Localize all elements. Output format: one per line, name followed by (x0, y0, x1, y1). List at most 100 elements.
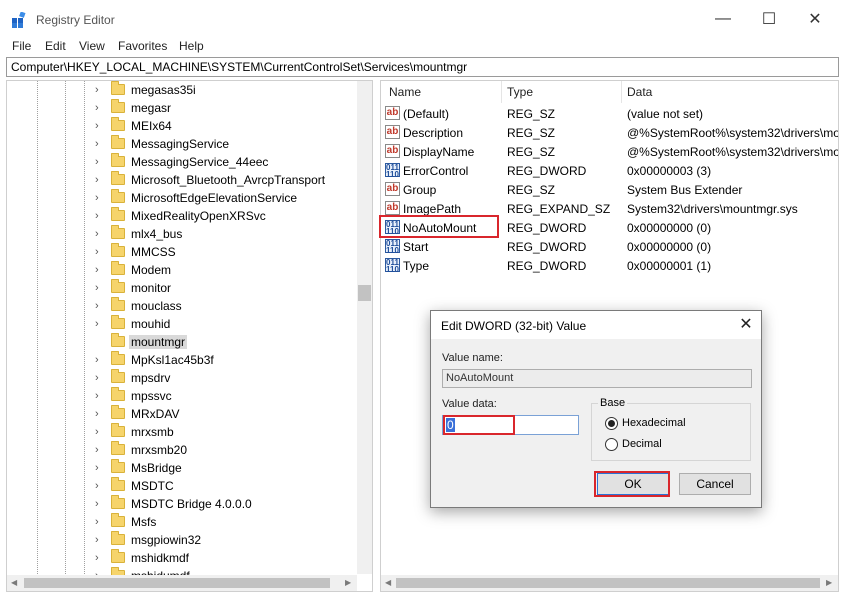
minimize-button[interactable]: — (700, 0, 746, 38)
chevron-right-icon[interactable]: › (95, 119, 105, 133)
tree-item[interactable]: › MessagingService (7, 135, 357, 153)
tree-item[interactable]: › MRxDAV (7, 405, 357, 423)
menu-favorites[interactable]: Favorites (118, 39, 167, 53)
tree-item[interactable]: › MSDTC Bridge 4.0.0.0 (7, 495, 357, 513)
chevron-right-icon[interactable]: › (95, 533, 105, 547)
value-row[interactable]: 011 110 Start REG_DWORD 0x00000000 (0) (381, 237, 838, 256)
tree-item[interactable]: › MixedRealityOpenXRSvc (7, 207, 357, 225)
tree-horizontal-scroll-thumb[interactable] (24, 578, 330, 588)
column-header-type[interactable]: Type (507, 85, 533, 99)
chevron-right-icon[interactable]: › (95, 263, 105, 277)
chevron-right-icon[interactable]: › (95, 173, 105, 187)
value-name: Description (403, 126, 464, 140)
value-name: Start (403, 240, 429, 254)
tree-item[interactable]: › MSDTC (7, 477, 357, 495)
chevron-right-icon[interactable]: › (95, 245, 105, 259)
tree-item[interactable]: › Msfs (7, 513, 357, 531)
tree-item[interactable]: › megasas35i (7, 81, 357, 99)
key-tree-pane[interactable]: › megasas35i › megasr › MEIx64 › MessagingServi… (6, 80, 373, 592)
folder-icon (111, 81, 125, 95)
column-header-data[interactable]: Data (627, 85, 652, 99)
maximize-button[interactable]: ☐ (746, 0, 792, 38)
chevron-right-icon[interactable]: › (95, 137, 105, 151)
scroll-left-icon[interactable]: ◀ (11, 578, 17, 588)
value-row[interactable]: 011 110 ErrorControl REG_DWORD 0x00000003 (… (381, 161, 838, 180)
column-divider[interactable] (501, 81, 502, 103)
value-row[interactable]: ab DisplayName REG_SZ @%SystemRoot%\system3… (381, 142, 838, 161)
hexadecimal-label[interactable]: Hexadecimal (622, 417, 686, 429)
close-icon: ✕ (808, 11, 822, 28)
value-row[interactable]: ab Group REG_SZ System Bus Extender (381, 180, 838, 199)
tree-item[interactable]: › MpKsl1ac45b3f (7, 351, 357, 369)
chevron-right-icon[interactable]: › (95, 443, 105, 457)
chevron-right-icon[interactable]: › (95, 407, 105, 421)
scroll-right-icon[interactable]: ▶ (345, 578, 351, 588)
chevron-right-icon[interactable]: › (95, 371, 105, 385)
tree-item[interactable]: › mouclass (7, 297, 357, 315)
chevron-right-icon[interactable]: › (95, 497, 105, 511)
chevron-right-icon[interactable]: › (95, 479, 105, 493)
menu-file[interactable]: File (12, 39, 31, 53)
tree-item[interactable]: › Modem (7, 261, 357, 279)
value-name: Type (403, 259, 430, 273)
chevron-right-icon[interactable]: › (95, 551, 105, 565)
hexadecimal-radio[interactable] (605, 417, 618, 430)
value-row[interactable]: ab Description REG_SZ @%SystemRoot%\system3… (381, 123, 838, 142)
decimal-radio[interactable] (605, 438, 618, 451)
chevron-right-icon[interactable]: › (95, 191, 105, 205)
values-horizontal-scroll-thumb[interactable] (396, 578, 820, 588)
menu-help[interactable]: Help (179, 39, 204, 53)
tree-item[interactable]: › monitor (7, 279, 357, 297)
tree-item[interactable]: › mrxsmb (7, 423, 357, 441)
address-bar[interactable]: Computer\HKEY_LOCAL_MACHINE\SYSTEM\Curre… (6, 57, 839, 77)
tree-item[interactable]: › MMCSS (7, 243, 357, 261)
string-value-icon: ab (385, 144, 400, 158)
tree-item[interactable]: › MsBridge (7, 459, 357, 477)
chevron-right-icon[interactable]: › (95, 353, 105, 367)
value-name: Group (403, 183, 437, 197)
tree-vertical-scroll-thumb[interactable] (358, 285, 371, 301)
decimal-label[interactable]: Decimal (622, 438, 662, 450)
chevron-right-icon[interactable]: › (95, 227, 105, 241)
tree-item[interactable]: › msgpiowin32 (7, 531, 357, 549)
value-row[interactable]: 011 110 Type REG_DWORD 0x00000001 (1) (381, 256, 838, 275)
tree-item[interactable]: › mouhid (7, 315, 357, 333)
value-row[interactable]: ab (Default) REG_SZ (value not set) (381, 104, 838, 123)
tree-item[interactable]: › MEIx64 (7, 117, 357, 135)
tree-item[interactable]: › mshidkmdf (7, 549, 357, 567)
scroll-right-icon[interactable]: ▶ (826, 578, 832, 588)
tree-item[interactable]: › mrxsmb20 (7, 441, 357, 459)
chevron-right-icon[interactable]: › (95, 281, 105, 295)
tree-item-label: megasr (131, 101, 172, 115)
chevron-right-icon[interactable]: › (95, 515, 105, 529)
chevron-right-icon[interactable]: › (95, 389, 105, 403)
tree-item[interactable]: › megasr (7, 99, 357, 117)
chevron-right-icon[interactable]: › (95, 83, 105, 97)
column-divider[interactable] (621, 81, 622, 103)
chevron-right-icon[interactable]: › (95, 317, 105, 331)
chevron-right-icon[interactable]: › (95, 209, 105, 223)
close-button[interactable]: ✕ (792, 0, 838, 38)
tree-item[interactable]: mountmgr (7, 333, 357, 351)
tree-item-label: MixedRealityOpenXRSvc (131, 209, 266, 223)
menu-edit[interactable]: Edit (45, 39, 66, 53)
column-header-name[interactable]: Name (389, 85, 421, 99)
binary-value-icon: 011 110 (385, 258, 400, 274)
chevron-right-icon[interactable]: › (95, 425, 105, 439)
chevron-right-icon[interactable]: › (95, 101, 105, 115)
dialog-close-icon[interactable]: ✕ (735, 314, 757, 336)
cancel-button[interactable]: Cancel (679, 473, 751, 495)
tree-item[interactable]: › Microsoft_Bluetooth_AvrcpTransport (7, 171, 357, 189)
menu-view[interactable]: View (79, 39, 105, 53)
tree-item[interactable]: › MessagingService_44eec (7, 153, 357, 171)
tree-item[interactable]: › mlx4_bus (7, 225, 357, 243)
tree-item[interactable]: › MicrosoftEdgeElevationService (7, 189, 357, 207)
tree-item[interactable]: › mpssvc (7, 387, 357, 405)
chevron-right-icon[interactable]: › (95, 299, 105, 313)
scroll-left-icon[interactable]: ◀ (385, 578, 391, 588)
binary-value-icon: 011 110 (385, 239, 400, 255)
chevron-right-icon[interactable]: › (95, 155, 105, 169)
chevron-right-icon[interactable]: › (95, 461, 105, 475)
tree-item[interactable]: › mpsdrv (7, 369, 357, 387)
tree-vertical-scrollbar[interactable] (357, 81, 372, 574)
